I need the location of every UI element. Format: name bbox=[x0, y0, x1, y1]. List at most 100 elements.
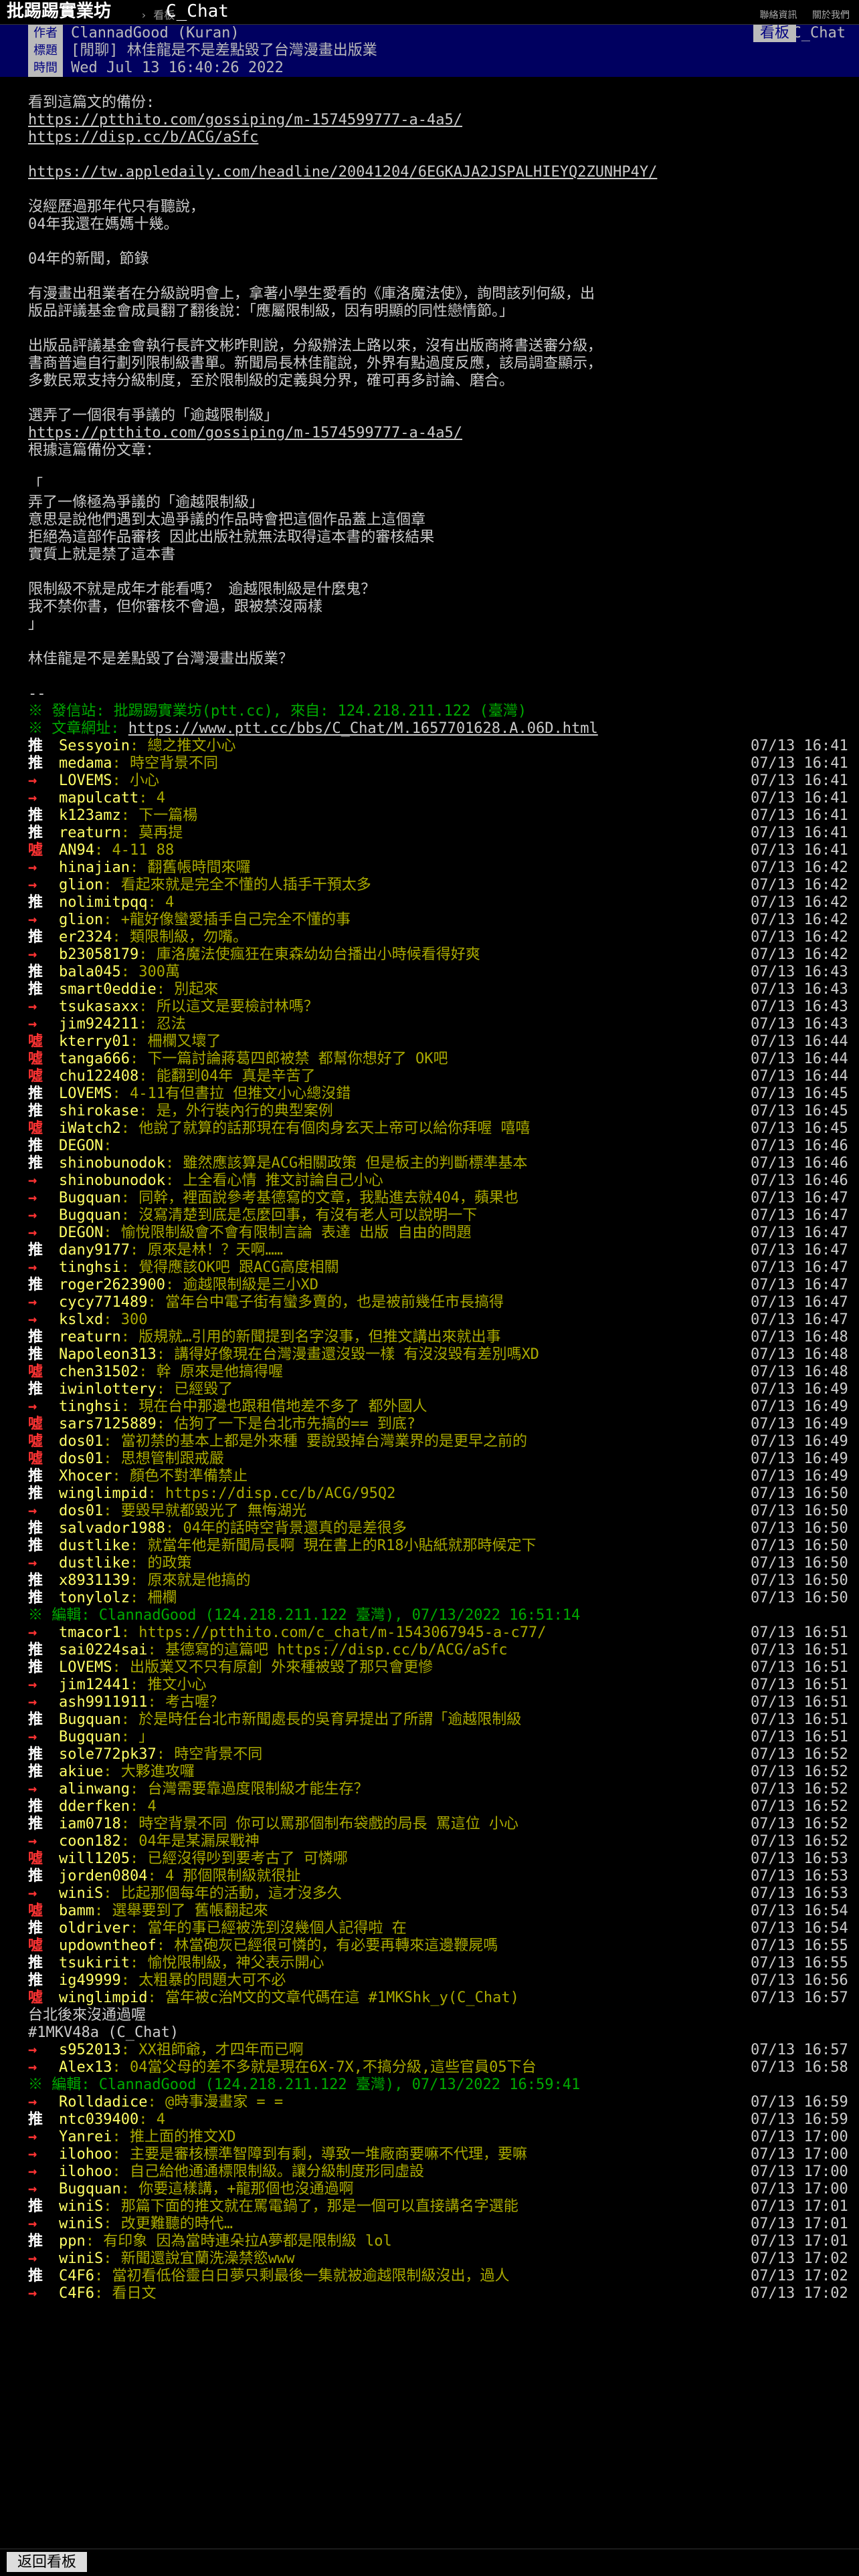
body-link[interactable]: https://disp.cc/b/ACG/aSfc bbox=[28, 129, 831, 146]
push-row: → Yanrei: 推上面的推文XD 07/13 17:00 bbox=[28, 2129, 848, 2146]
push-content: : 上全看心情 推文討論自己小心 bbox=[165, 1172, 383, 1189]
push-tag: 噓 bbox=[28, 1433, 43, 1450]
push-row: 噓 will1205: 已經沒得吵到要考古了 可憐哪 07/13 16:53 bbox=[28, 1850, 848, 1868]
push-userid: dos01 bbox=[59, 1451, 104, 1467]
push-row: → shinobunodok: 上全看心情 推文討論自己小心 07/13 16:46 bbox=[28, 1172, 848, 1190]
board-value: C_Chat bbox=[792, 25, 846, 41]
push-userid: Bugquan bbox=[59, 1207, 121, 1224]
push-content: : 看起來就是完全不懂的人插手干預太多 bbox=[103, 877, 371, 893]
push-row: → glion: 看起來就是完全不懂的人插手干預太多 07/13 16:42 bbox=[28, 877, 848, 894]
push-tag: 推 bbox=[28, 1642, 43, 1658]
board-link[interactable]: C_Chat bbox=[166, 3, 229, 20]
push-row: → alinwang: 台灣需要靠過度限制級才能生存？ 07/13 16:52 bbox=[28, 1781, 848, 1798]
push-content: : 沒寫清楚到底是怎麼回事，有沒有老人可以說明一下 bbox=[120, 1207, 478, 1224]
push-tag: → bbox=[28, 1729, 37, 1745]
push-content: : 已經沒得吵到要考古了 可憐哪 bbox=[129, 1850, 348, 1867]
push-ipdatetime: 07/13 16:50 bbox=[751, 1503, 848, 1519]
push-userid: chu122408 bbox=[59, 1068, 139, 1085]
push-content: : 台灣需要靠過度限制級才能生存？ bbox=[129, 1781, 369, 1798]
push-row: 噓 bamm: 選舉要到了 舊帳翻起來 07/13 16:54 bbox=[28, 1903, 848, 1920]
push-tag: → bbox=[28, 772, 37, 789]
push-tag: 推 bbox=[28, 1746, 43, 1763]
push-ipdatetime: 07/13 16:51 bbox=[751, 1694, 848, 1711]
push-row: → tsukasaxx: 所以這文是要檢討林嗎？ 07/13 16:43 bbox=[28, 998, 848, 1016]
push-tag: → bbox=[28, 790, 37, 807]
push-userid: sai0224sai bbox=[59, 1642, 148, 1658]
push-content: : https://ptthito.com/c_chat/m-154306794… bbox=[120, 1624, 547, 1641]
push-content: : 主要是審核標準智障到有剩，導致一堆廠商要嘛不代理，要嘛 bbox=[112, 2146, 527, 2163]
push-content: : 覺得應該OK吧 跟ACG高度相關 bbox=[120, 1259, 339, 1276]
push-tag: 噓 bbox=[28, 1068, 43, 1085]
push-content: : 估狗了一下是台北市先搞的== 到底? bbox=[156, 1416, 416, 1432]
push-ipdatetime: 07/13 16:50 bbox=[751, 1520, 848, 1537]
push-content: : 推上面的推文XD bbox=[112, 2129, 236, 2145]
push-userid: chen31502 bbox=[59, 1364, 139, 1380]
back-to-board-button[interactable]: 返回看板 bbox=[7, 2552, 88, 2572]
push-row: → dustlike: 的政策 07/13 16:50 bbox=[28, 1555, 848, 1572]
push-content: : 翻舊帳時間來囉 bbox=[129, 859, 251, 876]
push-ipdatetime: 07/13 16:49 bbox=[751, 1398, 848, 1415]
push-row: 噓 updowntheof: 林當砲灰已經很可憐的，有必要再轉來這邊鞭屍嗎 07/1… bbox=[28, 1937, 848, 1955]
push-tag: → bbox=[28, 1677, 37, 1693]
push-row: 推 winglimpid: https://disp.cc/b/ACG/95Q2 0… bbox=[28, 1485, 848, 1503]
article-url-link[interactable]: https://www.ptt.cc/bbs/C_Chat/M.16577016… bbox=[128, 720, 598, 737]
push-content: : 300 bbox=[103, 1311, 148, 1328]
push-userid: nolimitpqq bbox=[59, 894, 148, 911]
push-tag: 推 bbox=[28, 981, 43, 998]
body-link[interactable]: https://ptthito.com/gossiping/m-15745997… bbox=[28, 425, 831, 442]
edit-record-2: ※ 編輯: ClannadGood (124.218.211.122 臺灣), … bbox=[28, 2076, 581, 2093]
push-tag: → bbox=[28, 1624, 37, 1641]
contact-link[interactable]: 聯絡資訊 bbox=[760, 10, 797, 21]
push-row: 推 dany9177: 原來是林！？天啊…… 07/13 16:47 bbox=[28, 1242, 848, 1259]
push-tag: 推 bbox=[28, 1277, 43, 1293]
push-tag: 推 bbox=[28, 1763, 43, 1780]
push-content: : 時空背景不同 bbox=[156, 1746, 263, 1763]
push-tag: 噓 bbox=[28, 842, 43, 859]
push-userid: alinwang bbox=[59, 1781, 130, 1798]
push-tag: 推 bbox=[28, 1572, 43, 1589]
push-content: : 類限制級，勿嘴。 bbox=[112, 929, 248, 946]
push-ipdatetime: 07/13 16:49 bbox=[751, 1468, 848, 1485]
push-userid: Napoleon313 bbox=[59, 1346, 157, 1363]
body-line: 意思是說他們遇到太過爭議的作品時會把這個作品蓋上這個章 bbox=[28, 512, 426, 528]
push-row: 推 sai0224sai: 基德寫的這篇吧 https://disp.cc/b/A… bbox=[28, 1642, 848, 1659]
push-ipdatetime: 07/13 16:46 bbox=[751, 1138, 848, 1154]
push-userid: sars7125889 bbox=[59, 1416, 157, 1432]
push-ipdatetime: 07/13 16:43 bbox=[751, 1016, 848, 1033]
body-link[interactable]: https://tw.appledaily.com/headline/20041… bbox=[28, 164, 831, 181]
push-userid: reaturn bbox=[59, 1329, 121, 1346]
push-row: 推 Xhocer: 顏色不對準備禁止 07/13 16:49 bbox=[28, 1468, 848, 1485]
push-userid: LOVEMS bbox=[59, 1659, 112, 1676]
push-ipdatetime: 07/13 16:41 bbox=[751, 755, 848, 772]
push-tag: → bbox=[28, 946, 37, 963]
push-list-d: → Rolldadice: @時事漫畫家 = = 07/13 16:59 推 ntc03… bbox=[28, 2094, 848, 2302]
push-ipdatetime: 07/13 16:47 bbox=[751, 1242, 848, 1259]
push-tag: 噓 bbox=[28, 1451, 43, 1467]
site-logo-link[interactable]: 批踢踢實業坊 bbox=[7, 3, 111, 20]
push-userid: ilohoo bbox=[59, 2163, 112, 2180]
about-link[interactable]: 關於我們 bbox=[812, 10, 850, 21]
body-line bbox=[28, 320, 831, 338]
body-link[interactable]: https://ptthito.com/gossiping/m-15745997… bbox=[28, 112, 831, 129]
push-ipdatetime: 07/13 16:44 bbox=[751, 1033, 848, 1050]
push-userid: winglimpid bbox=[59, 1485, 148, 1502]
article-metaline: 作者 ClannadGood (Kuran) 看板 C_Chat 標題 [閒聊]… bbox=[0, 25, 859, 77]
push-ipdatetime: 07/13 16:54 bbox=[751, 1920, 848, 1937]
push-content: : 你要這樣講，+龍那個也沒通過啊 bbox=[120, 2181, 354, 2197]
push-content: : 改更難聽的時代… bbox=[103, 2216, 233, 2232]
push-tag: 推 bbox=[28, 1972, 43, 1989]
body-line: -- bbox=[28, 685, 46, 702]
push-userid: mapulcatt bbox=[59, 790, 139, 807]
push-row: 推 C4F6: 當初看低俗靈白日夢只剩最後一集就被逾越限制級沒出，過人 07/13 … bbox=[28, 2268, 848, 2285]
push-content: : 同幹，裡面說參考基德寫的文章，我點進去就404，蘋果也 bbox=[120, 1190, 518, 1206]
push-row: → kslxd: 300 07/13 16:47 bbox=[28, 1311, 848, 1329]
push-userid: DEGON bbox=[59, 1224, 104, 1241]
body-line bbox=[28, 146, 831, 164]
push-content: : 」 bbox=[120, 1729, 154, 1745]
push-row: → Alex13: 04當父母的差不多就是現在6X-7X,不搞分級,這些官員05下… bbox=[28, 2059, 848, 2076]
push-ipdatetime: 07/13 16:50 bbox=[751, 1555, 848, 1572]
push-userid: sole772pk37 bbox=[59, 1746, 157, 1763]
body-line: 」 bbox=[28, 616, 43, 633]
push-list-c: → s952013: XX祖師爺，才四年而已啊 07/13 16:57 → Alex13… bbox=[28, 2042, 848, 2076]
push-userid: er2324 bbox=[59, 929, 112, 946]
